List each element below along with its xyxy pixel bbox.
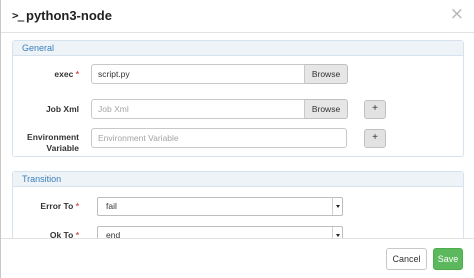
job-xml-label: Job Xml bbox=[45, 104, 79, 114]
required-marker: * bbox=[75, 69, 79, 79]
dialog: >_ python3-node × General exec * script.… bbox=[0, 0, 474, 278]
required-marker: * bbox=[75, 201, 79, 211]
error-to-label: Error To * bbox=[40, 201, 79, 211]
required-marker: * bbox=[75, 230, 79, 238]
dialog-footer: Cancel Save bbox=[1, 238, 474, 278]
ok-to-label: Ok To * bbox=[49, 230, 79, 238]
transition-panel: Transition Error To * fail Ok To * end bbox=[12, 171, 464, 238]
job-xml-placeholder: Job Xml bbox=[98, 104, 129, 114]
cancel-button[interactable]: Cancel bbox=[386, 248, 427, 270]
environment-variable-label: Environment Variable bbox=[27, 132, 79, 153]
exec-input[interactable]: script.py bbox=[91, 64, 305, 84]
close-icon[interactable]: × bbox=[450, 4, 464, 24]
ok-to-value: end bbox=[106, 230, 121, 238]
error-to-select[interactable]: fail bbox=[97, 197, 343, 216]
add-environment-variable-button[interactable]: + bbox=[364, 129, 386, 148]
chevron-down-icon bbox=[332, 227, 342, 238]
ok-to-select[interactable]: end bbox=[97, 226, 343, 238]
exec-label: exec * bbox=[54, 69, 79, 79]
environment-variable-input[interactable]: Environment Variable bbox=[91, 128, 347, 148]
dialog-title: python3-node bbox=[26, 8, 112, 23]
save-button[interactable]: Save bbox=[433, 248, 463, 270]
job-xml-browse-button[interactable]: Browse bbox=[305, 99, 348, 119]
job-xml-input[interactable]: Job Xml bbox=[91, 99, 305, 119]
general-panel-title: General bbox=[13, 41, 463, 56]
exec-browse-button[interactable]: Browse bbox=[305, 64, 348, 84]
terminal-icon: >_ bbox=[12, 9, 24, 22]
transition-panel-title: Transition bbox=[13, 172, 463, 187]
general-panel: General exec * script.py Browse Job Xml … bbox=[12, 40, 464, 157]
add-job-xml-button[interactable]: + bbox=[364, 100, 386, 119]
error-to-value: fail bbox=[106, 201, 117, 211]
chevron-down-icon bbox=[332, 198, 342, 215]
dialog-header: >_ python3-node × bbox=[1, 0, 474, 33]
dialog-body[interactable]: General exec * script.py Browse Job Xml … bbox=[1, 33, 474, 238]
environment-variable-placeholder: Environment Variable bbox=[98, 133, 179, 143]
